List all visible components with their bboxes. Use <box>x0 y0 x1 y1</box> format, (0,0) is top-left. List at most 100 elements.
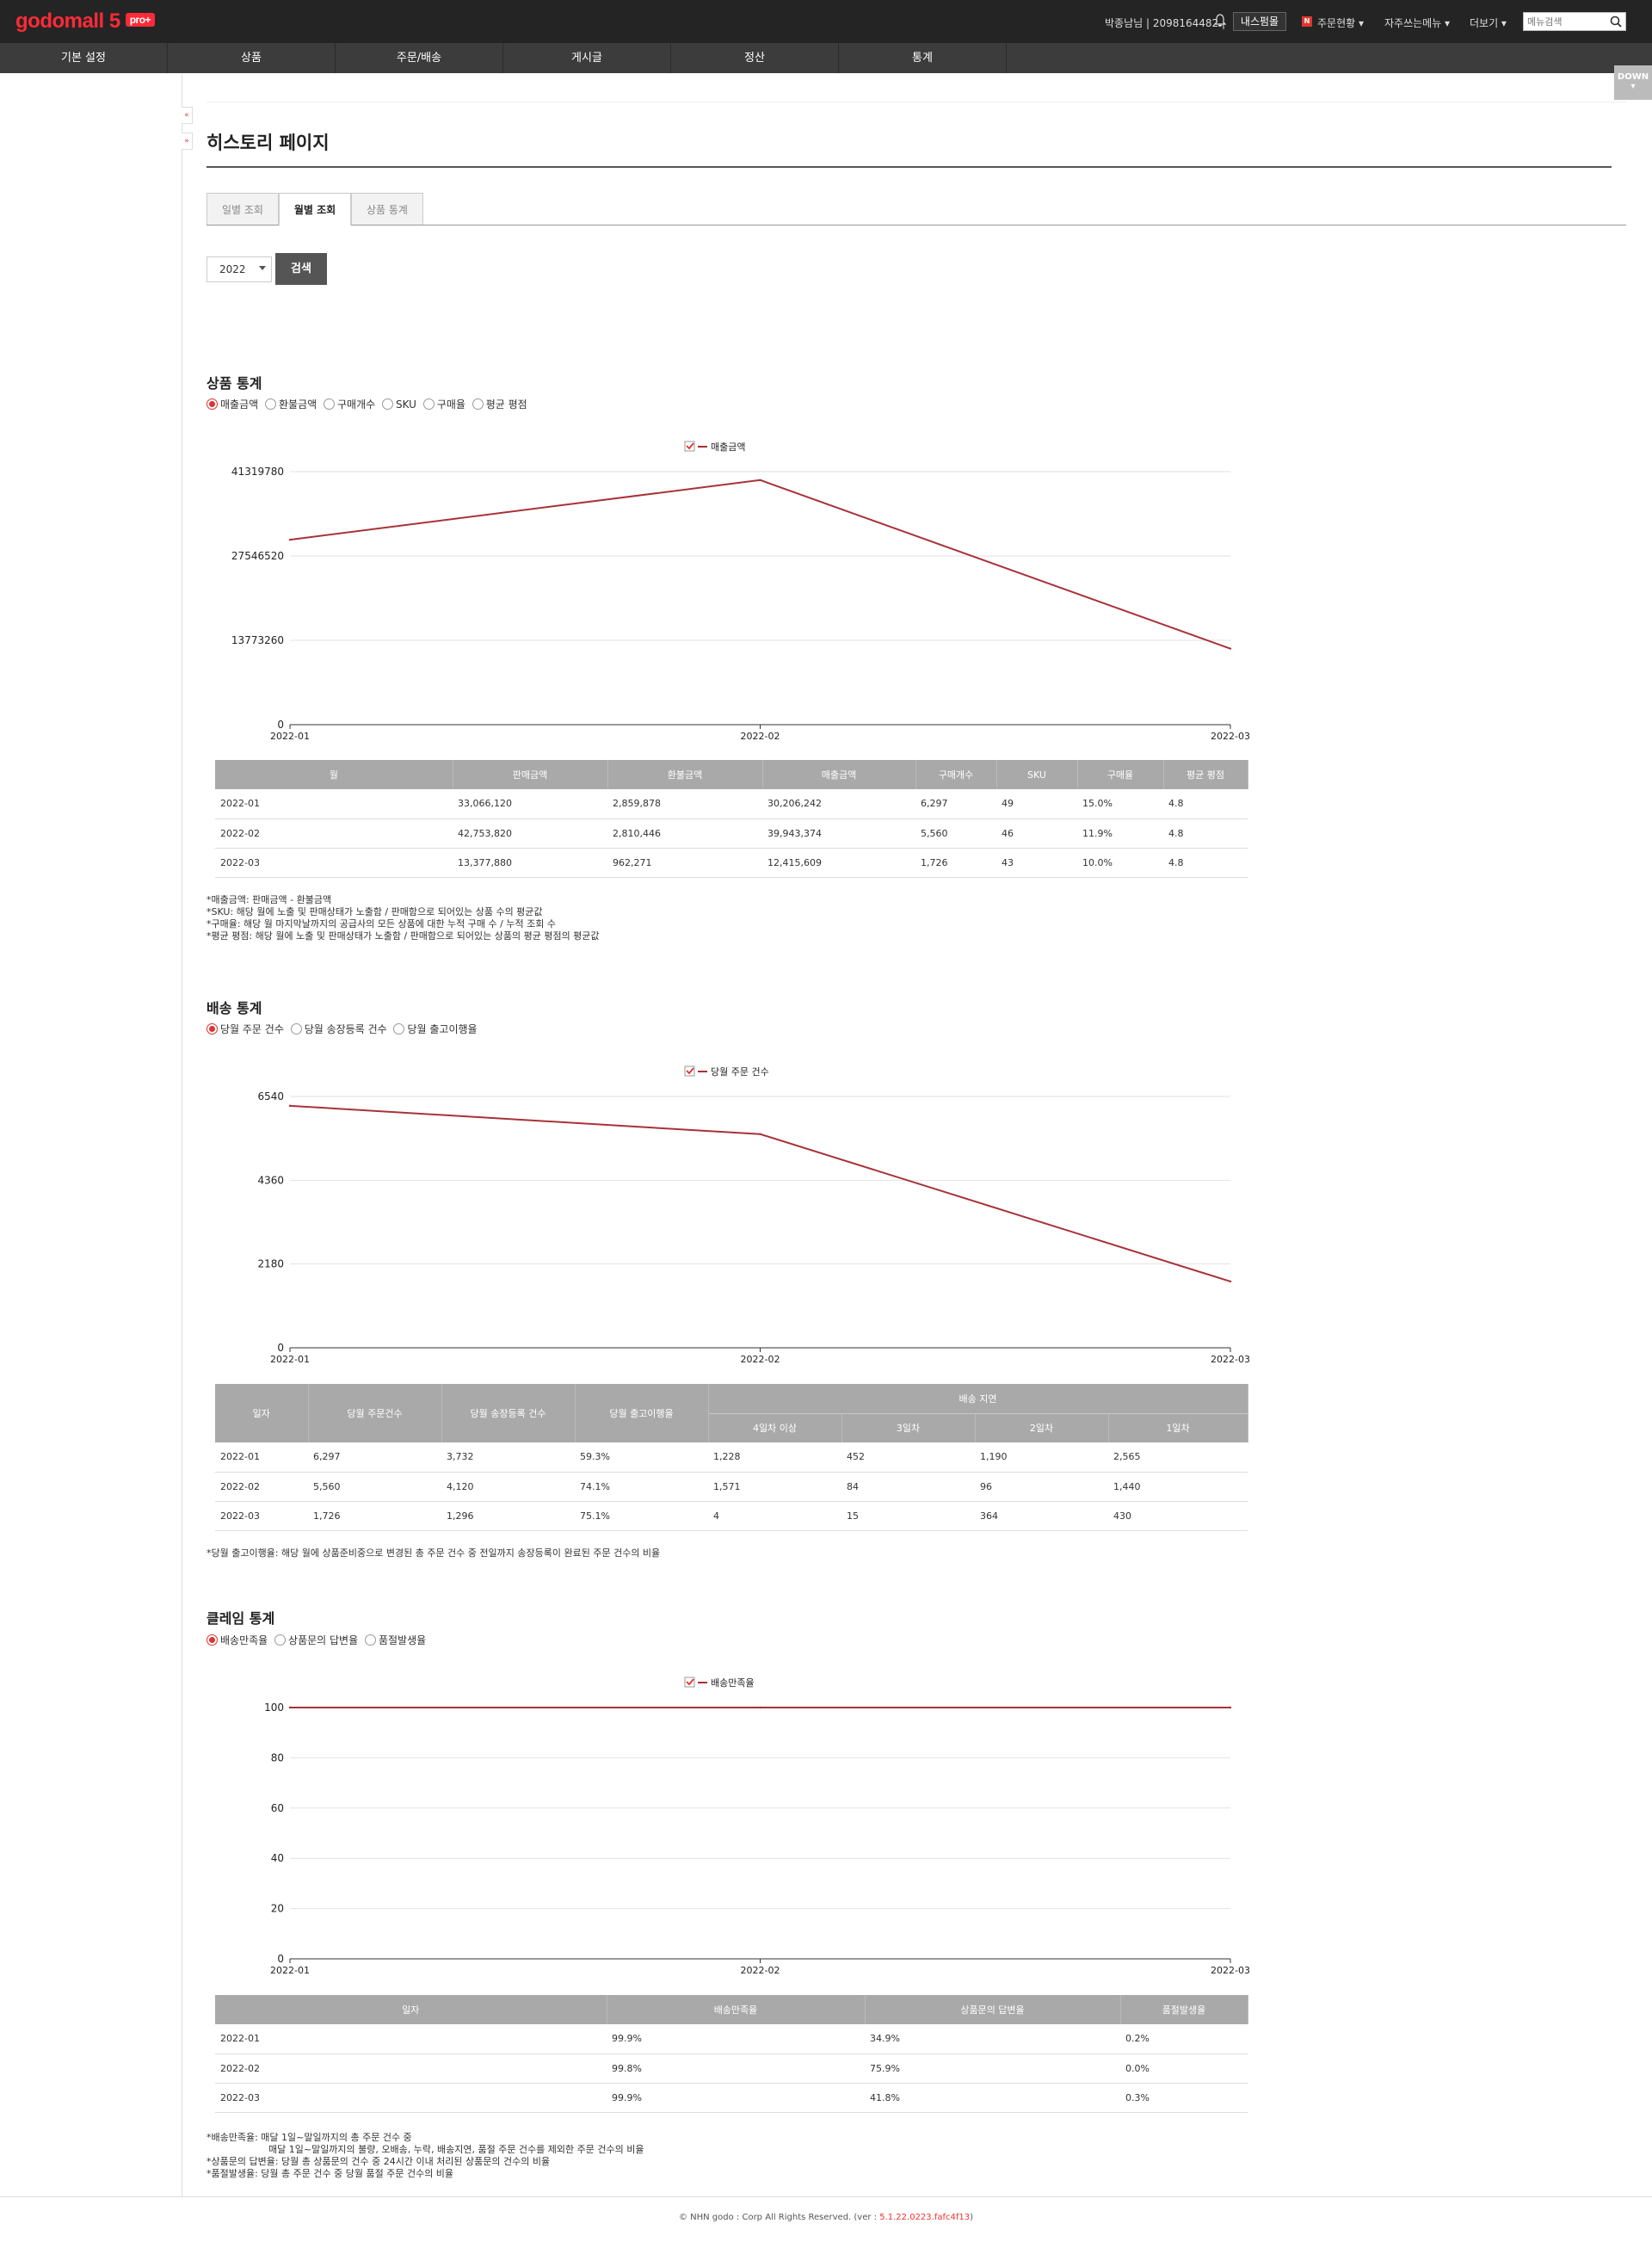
favorites-menu[interactable]: 자주쓰는메뉴 ▾ <box>1384 15 1450 30</box>
section-title-product: 상품 통계 <box>206 375 262 392</box>
y-tick-label: 0 <box>277 1953 284 1965</box>
radio-circle <box>393 1023 405 1035</box>
nav-settlement[interactable]: 정산 <box>671 43 839 73</box>
data-point <box>1229 647 1232 650</box>
main-nav: 기본 설정 상품 주문/배송 게시글 정산 통계 <box>0 43 1652 73</box>
bell-icon[interactable] <box>1214 14 1226 28</box>
radio-monthly-invoices[interactable]: 당월 송장등록 건수 <box>290 1022 387 1036</box>
logo[interactable]: godomall 5 pro+ <box>15 9 156 34</box>
col-subheader: 2일차 <box>975 1413 1109 1442</box>
col-subheader: 1일차 <box>1108 1413 1248 1442</box>
section-title-claim: 클레임 통계 <box>206 1610 275 1627</box>
radio-fulfillment-rate[interactable]: 당월 출고이행율 <box>393 1022 478 1036</box>
table-cell: 12,415,609 <box>762 848 915 878</box>
order-status-menu[interactable]: 주문현황 ▾ <box>1317 15 1364 30</box>
legend: 매출금액 <box>684 441 745 453</box>
table-cell: 4,120 <box>441 1472 575 1502</box>
radio-monthly-orders[interactable]: 당월 주문 건수 <box>206 1022 284 1036</box>
nav-orders[interactable]: 주문/배송 <box>336 43 503 73</box>
my-mall-button[interactable]: 내스펌몰 <box>1233 12 1286 31</box>
radio-circle <box>290 1023 302 1035</box>
note-line: *배송만족율: 매달 1일~말일까지의 총 주문 건수 중 <box>206 2132 412 2143</box>
nav-basic-settings[interactable]: 기본 설정 <box>0 43 168 73</box>
table-cell: 30,206,242 <box>762 789 915 819</box>
x-tick-label: 2022-03 <box>1211 731 1250 742</box>
y-tick-label: 60 <box>271 1802 284 1814</box>
radio-avg-rating[interactable]: 평균 평점 <box>472 397 527 411</box>
table-cell: 364 <box>975 1501 1108 1531</box>
legend: 배송만족율 <box>684 1677 755 1689</box>
data-point <box>759 479 761 481</box>
radio-inquiry-response[interactable]: 상품문의 답변율 <box>274 1633 358 1647</box>
table-cell: 4 <box>708 1501 841 1531</box>
y-tick-label: 0 <box>277 1342 284 1354</box>
radio-sku[interactable]: SKU <box>382 398 416 411</box>
footer-divider <box>0 2196 1652 2197</box>
table-cell: 6,297 <box>308 1442 441 1473</box>
y-tick-label: 13773260 <box>231 634 284 646</box>
table-row: 2022-01 6,297 3,732 59.3% 1,228 452 1,190 2,565 <box>215 1442 1248 1473</box>
x-tick-label: 2022-03 <box>1211 1354 1250 1365</box>
radio-sales[interactable]: 매출금액 <box>206 397 258 411</box>
radio-purchase-count[interactable]: 구매개수 <box>324 397 375 411</box>
nav-statistics[interactable]: 통계 <box>839 43 1007 73</box>
table-cell: 39,943,374 <box>762 818 915 849</box>
down-button[interactable]: DOWN ▾ <box>1614 65 1652 100</box>
product-line-chart: 매출금액 0 13773260 27546520 41319780 2022-01 2022… <box>231 441 1250 742</box>
col-header: 일자 <box>215 1995 607 2024</box>
nav-products[interactable]: 상품 <box>168 43 336 73</box>
radio-label: 환불금액 <box>279 398 317 411</box>
radio-delivery-satisfaction[interactable]: 배송만족율 <box>206 1633 268 1647</box>
tab-monthly[interactable]: 월별 조회 <box>279 193 351 225</box>
search-icon[interactable] <box>1609 15 1623 28</box>
col-header: 배송 지연 <box>708 1384 1248 1414</box>
more-menu[interactable]: 더보기 ▾ <box>1470 15 1507 30</box>
table-cell: 962,271 <box>607 848 762 878</box>
nav-board[interactable]: 게시글 <box>503 43 671 73</box>
table-cell: 74.1% <box>575 1472 708 1502</box>
table-cell: 99.8% <box>607 2054 865 2084</box>
sidebar-expand-toggle[interactable]: » <box>182 133 193 150</box>
x-tick-label: 2022-01 <box>270 1354 310 1365</box>
table-cell: 0.3% <box>1120 2083 1248 2113</box>
radio-soldout-rate[interactable]: 품절발생율 <box>364 1633 426 1647</box>
table-cell: 2022-03 <box>215 1501 308 1531</box>
table-row: 2022-02 42,753,820 2,810,446 39,943,374 5,56… <box>215 818 1248 849</box>
claim-line-chart: 배송만족율 0 20 40 60 80 100 2022-01 2022-02 2022-03 <box>264 1677 1250 1976</box>
note-line: *품절발생율: 당월 총 주문 건수 중 당월 품절 주문 건수의 비율 <box>206 2168 454 2179</box>
data-point <box>759 1133 761 1135</box>
table-cell: 59.3% <box>575 1442 708 1473</box>
radio-purchase-rate[interactable]: 구매율 <box>422 397 465 411</box>
col-header: 품절발생율 <box>1120 1995 1248 2024</box>
delivery-stats-table: 일자 당월 주문건수 당월 송장등록 건수 당월 출고이행율 배송 지연 4일차… <box>215 1384 1248 1531</box>
radio-label: 당월 출고이행율 <box>407 1023 478 1035</box>
radio-circle <box>422 398 435 410</box>
year-select[interactable]: 2022 <box>206 256 272 282</box>
footer: © NHN godo : Corp All Rights Reserved. (… <box>0 2213 1652 2222</box>
search-button[interactable]: 검색 <box>275 253 327 285</box>
product-metric-radios: 매출금액 환불금액 구매개수 SKU 구매율 평균 평점 <box>206 397 527 411</box>
col-subheader: 3일차 <box>841 1413 976 1442</box>
radio-refund[interactable]: 환불금액 <box>265 397 317 411</box>
radio-circle <box>206 398 218 410</box>
table-cell: 33,066,120 <box>453 789 607 819</box>
col-header: 구매개수 <box>915 760 997 789</box>
data-point <box>288 1706 292 1709</box>
table-cell: 4.8 <box>1163 848 1248 878</box>
tab-daily[interactable]: 일별 조회 <box>206 193 279 225</box>
table-cell: 0.2% <box>1120 2024 1248 2054</box>
table-cell: 1,190 <box>975 1442 1108 1473</box>
series-line <box>289 479 1231 650</box>
sidebar-collapse-toggle[interactable]: « <box>182 107 193 124</box>
table-cell: 2022-02 <box>215 2054 607 2084</box>
radio-label: 당월 주문 건수 <box>220 1023 284 1035</box>
table-cell: 5,560 <box>915 818 996 849</box>
col-header: 월 <box>215 760 453 789</box>
radio-label: 상품문의 답변율 <box>288 1634 359 1646</box>
table-cell: 34.9% <box>865 2024 1120 2054</box>
radio-label: 평균 평점 <box>485 398 527 411</box>
table-cell: 13,377,880 <box>453 848 607 878</box>
tab-product-stats[interactable]: 상품 통계 <box>351 193 423 225</box>
table-cell: 6,297 <box>915 789 996 819</box>
table-cell: 11.9% <box>1077 818 1163 849</box>
